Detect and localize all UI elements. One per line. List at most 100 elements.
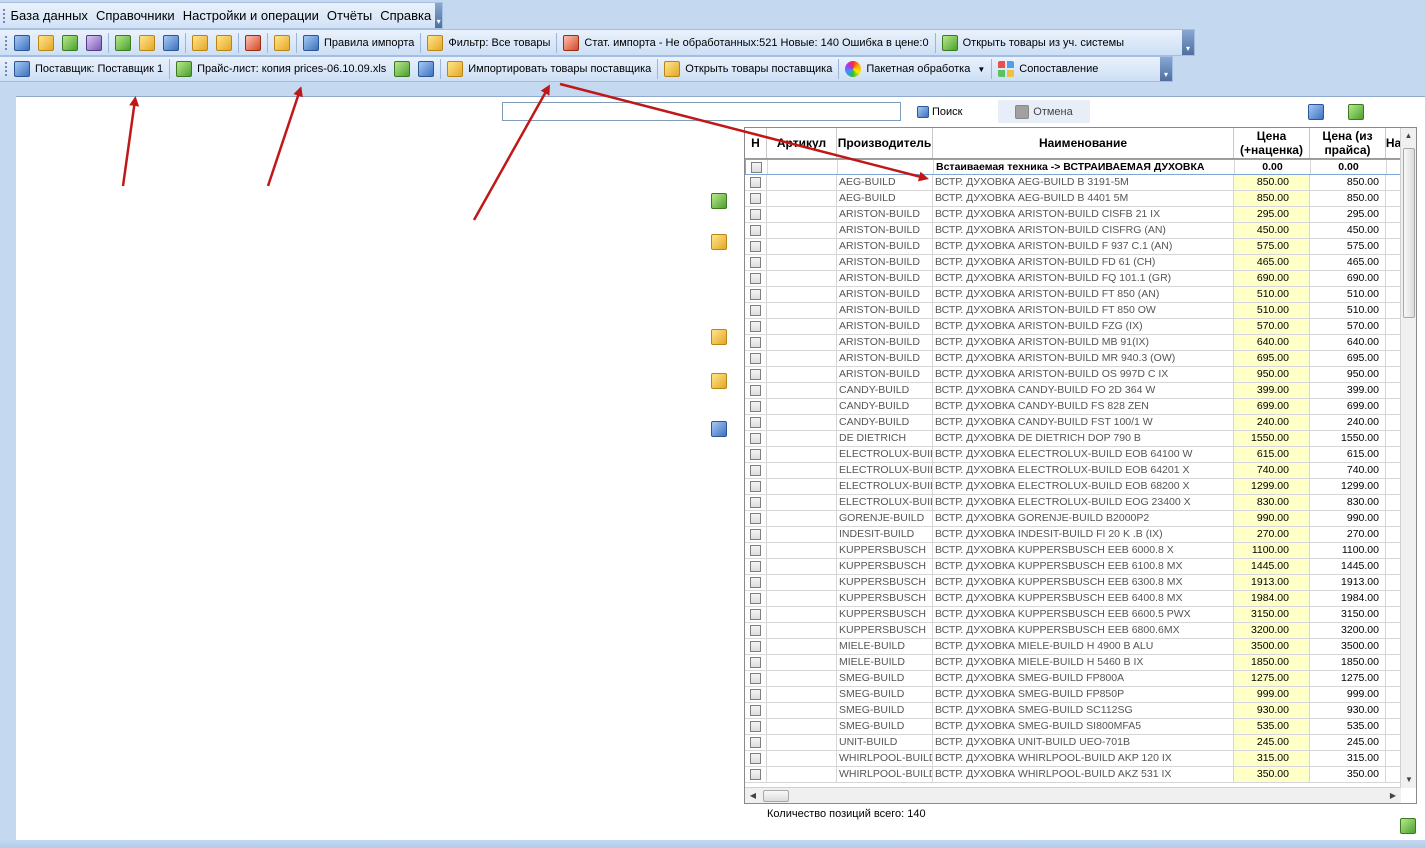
row-checkbox[interactable] xyxy=(750,737,761,748)
menu-references[interactable]: Справочники xyxy=(92,3,179,29)
column-header-article[interactable]: Артикул xyxy=(767,128,837,158)
table-row[interactable]: ARISTON-BUILD ВСТР. ДУХОВКА ARISTON-BUILD… xyxy=(745,351,1404,367)
column-header-price-list[interactable]: Цена (из прайса) xyxy=(1310,128,1386,158)
row-checkbox[interactable] xyxy=(750,561,761,572)
toolbar-overflow-chevron[interactable]: ▾ xyxy=(1160,57,1172,81)
horizontal-scrollbar[interactable]: ◀ ▶ xyxy=(745,787,1401,803)
table-row[interactable]: ARISTON-BUILD ВСТР. ДУХОВКА ARISTON-BUILD… xyxy=(745,303,1404,319)
table-row[interactable]: KUPPERSBUSCH ВСТР. ДУХОВКА KUPPERSBUSCH E… xyxy=(745,575,1404,591)
table-row[interactable]: CANDY-BUILD ВСТР. ДУХОВКА CANDY-BUILD FST… xyxy=(745,415,1404,431)
box-refresh-button[interactable] xyxy=(212,32,236,54)
sort-icon[interactable] xyxy=(1308,104,1324,120)
table-row[interactable]: ARISTON-BUILD ВСТР. ДУХОВКА ARISTON-BUILD… xyxy=(745,335,1404,351)
table-row[interactable]: ARISTON-BUILD ВСТР. ДУХОВКА ARISTON-BUILD… xyxy=(745,319,1404,335)
table-row[interactable]: ELECTROLUX-BUILDВСТР. ДУХОВКА ELECTROLUX… xyxy=(745,495,1404,511)
menu-settings[interactable]: Настройки и операции xyxy=(179,3,323,29)
magic-wand-button[interactable] xyxy=(241,32,265,54)
table-row[interactable]: ARISTON-BUILD ВСТР. ДУХОВКА ARISTON-BUILD… xyxy=(745,255,1404,271)
box-button[interactable] xyxy=(188,32,212,54)
open-accounting-goods-button[interactable]: Открыть товары из уч. системы xyxy=(938,32,1128,54)
row-checkbox[interactable] xyxy=(750,657,761,668)
refresh-button[interactable] xyxy=(159,32,183,54)
row-checkbox[interactable] xyxy=(750,193,761,204)
table-row[interactable]: KUPPERSBUSCH ВСТР. ДУХОВКА KUPPERSBUSCH E… xyxy=(745,591,1404,607)
row-checkbox[interactable] xyxy=(750,337,761,348)
row-checkbox[interactable] xyxy=(750,497,761,508)
row-checkbox[interactable] xyxy=(750,593,761,604)
pricelist-settings-button[interactable] xyxy=(390,58,414,80)
row-checkbox[interactable] xyxy=(750,625,761,636)
filter-button[interactable]: Фильтр: Все товары xyxy=(423,32,554,54)
group-row[interactable]: Встаиваемая техника -> ВСТРАИВАЕМАЯ ДУХО… xyxy=(745,159,1404,175)
toolbar-overflow-chevron[interactable]: ▾ xyxy=(435,3,442,28)
row-checkbox[interactable] xyxy=(750,209,761,220)
row-checkbox[interactable] xyxy=(750,257,761,268)
supplier-button[interactable]: Поставщик: Поставщик 1 xyxy=(10,58,167,80)
menu-database[interactable]: База данных xyxy=(7,3,92,29)
row-checkbox[interactable] xyxy=(750,529,761,540)
table-row[interactable]: CANDY-BUILD ВСТР. ДУХОВКА CANDY-BUILD FO … xyxy=(745,383,1404,399)
row-checkbox[interactable] xyxy=(750,753,761,764)
row-checkbox[interactable] xyxy=(750,705,761,716)
scroll-up-icon[interactable]: ▲ xyxy=(1401,128,1416,144)
notes-button[interactable] xyxy=(270,32,294,54)
row-checkbox[interactable] xyxy=(750,369,761,380)
toolbar-grip[interactable] xyxy=(2,57,10,81)
table-row[interactable]: KUPPERSBUSCH ВСТР. ДУХОВКА KUPPERSBUSCH E… xyxy=(745,607,1404,623)
row-checkbox[interactable] xyxy=(750,609,761,620)
row-checkbox[interactable] xyxy=(750,353,761,364)
table-row[interactable]: WHIRLPOOL-BUILD ВСТР. ДУХОВКА WHIRLPOOL-B… xyxy=(745,751,1404,767)
table-row[interactable]: WHIRLPOOL-BUILD ВСТР. ДУХОВКА WHIRLPOOL-B… xyxy=(745,767,1404,783)
row-checkbox[interactable] xyxy=(750,225,761,236)
exit-icon[interactable] xyxy=(1400,818,1416,834)
table-row[interactable]: ARISTON-BUILD ВСТР. ДУХОВКА ARISTON-BUILD… xyxy=(745,223,1404,239)
tree-icon[interactable] xyxy=(711,193,727,209)
table-row[interactable]: ARISTON-BUILD ВСТР. ДУХОВКА ARISTON-BUILD… xyxy=(745,367,1404,383)
import-stats-button[interactable]: Стат. импорта - Не обработанных:521 Новы… xyxy=(559,32,932,54)
row-checkbox[interactable] xyxy=(750,449,761,460)
table-row[interactable]: ELECTROLUX-BUILDВСТР. ДУХОВКА ELECTROLUX… xyxy=(745,447,1404,463)
table-row[interactable]: ARISTON-BUILD ВСТР. ДУХОВКА ARISTON-BUILD… xyxy=(745,271,1404,287)
row-checkbox[interactable] xyxy=(750,241,761,252)
row-checkbox[interactable] xyxy=(751,161,762,173)
tag-button[interactable] xyxy=(58,32,82,54)
vertical-scrollbar[interactable]: ▲ ▼ xyxy=(1400,128,1416,788)
table-row[interactable]: AEG-BUILD ВСТР. ДУХОВКА AEG-BUILD B 3191-… xyxy=(745,175,1404,191)
row-checkbox[interactable] xyxy=(750,321,761,332)
pricelist-button[interactable]: Прайс-лист: копия prices-06.10.09.xls xyxy=(172,58,390,80)
row-checkbox[interactable] xyxy=(750,769,761,780)
column-header-n[interactable]: Н xyxy=(745,128,767,158)
table-row[interactable]: SMEG-BUILD ВСТР. ДУХОВКА SMEG-BUILD SC112… xyxy=(745,703,1404,719)
pricelist-table-button[interactable] xyxy=(414,58,438,80)
row-checkbox[interactable] xyxy=(750,385,761,396)
table-row[interactable]: ARISTON-BUILD ВСТР. ДУХОВКА ARISTON-BUILD… xyxy=(745,239,1404,255)
table-row[interactable]: AEG-BUILD ВСТР. ДУХОВКА AEG-BUILD B 4401 … xyxy=(745,191,1404,207)
row-checkbox[interactable] xyxy=(750,433,761,444)
table-row[interactable]: GORENJE-BUILD ВСТР. ДУХОВКА GORENJE-BUILD… xyxy=(745,511,1404,527)
export-grid-icon[interactable] xyxy=(1348,104,1364,120)
open-supplier-goods-button[interactable]: Открыть товары поставщика xyxy=(660,58,836,80)
row-checkbox[interactable] xyxy=(750,577,761,588)
row-checkbox[interactable] xyxy=(750,481,761,492)
table-row[interactable]: SMEG-BUILD ВСТР. ДУХОВКА SMEG-BUILD FP800… xyxy=(745,671,1404,687)
row-checkbox[interactable] xyxy=(750,689,761,700)
table-row[interactable]: KUPPERSBUSCH ВСТР. ДУХОВКА KUPPERSBUSCH E… xyxy=(745,559,1404,575)
row-checkbox[interactable] xyxy=(750,545,761,556)
table-row[interactable]: MIELE-BUILD ВСТР. ДУХОВКА MIELE-BUILD H 5… xyxy=(745,655,1404,671)
table-row[interactable]: KUPPERSBUSCH ВСТР. ДУХОВКА KUPPERSBUSCH E… xyxy=(745,623,1404,639)
users-button[interactable] xyxy=(10,32,34,54)
folder-edit-icon[interactable] xyxy=(711,329,727,345)
table-row[interactable]: KUPPERSBUSCH ВСТР. ДУХОВКА KUPPERSBUSCH E… xyxy=(745,543,1404,559)
row-checkbox[interactable] xyxy=(750,641,761,652)
table-row[interactable]: ARISTON-BUILD ВСТР. ДУХОВКА ARISTON-BUILD… xyxy=(745,287,1404,303)
row-checkbox[interactable] xyxy=(750,465,761,476)
horizontal-scroll-thumb[interactable] xyxy=(763,790,789,802)
column-header-name[interactable]: Наименование xyxy=(933,128,1234,158)
scroll-right-icon[interactable]: ▶ xyxy=(1385,788,1401,803)
row-checkbox[interactable] xyxy=(750,513,761,524)
menu-help[interactable]: Справка xyxy=(376,3,435,29)
scroll-left-icon[interactable]: ◀ xyxy=(745,788,761,803)
table-row[interactable]: ARISTON-BUILD ВСТР. ДУХОВКА ARISTON-BUILD… xyxy=(745,207,1404,223)
user-button[interactable] xyxy=(82,32,106,54)
vertical-scroll-thumb[interactable] xyxy=(1403,148,1415,318)
